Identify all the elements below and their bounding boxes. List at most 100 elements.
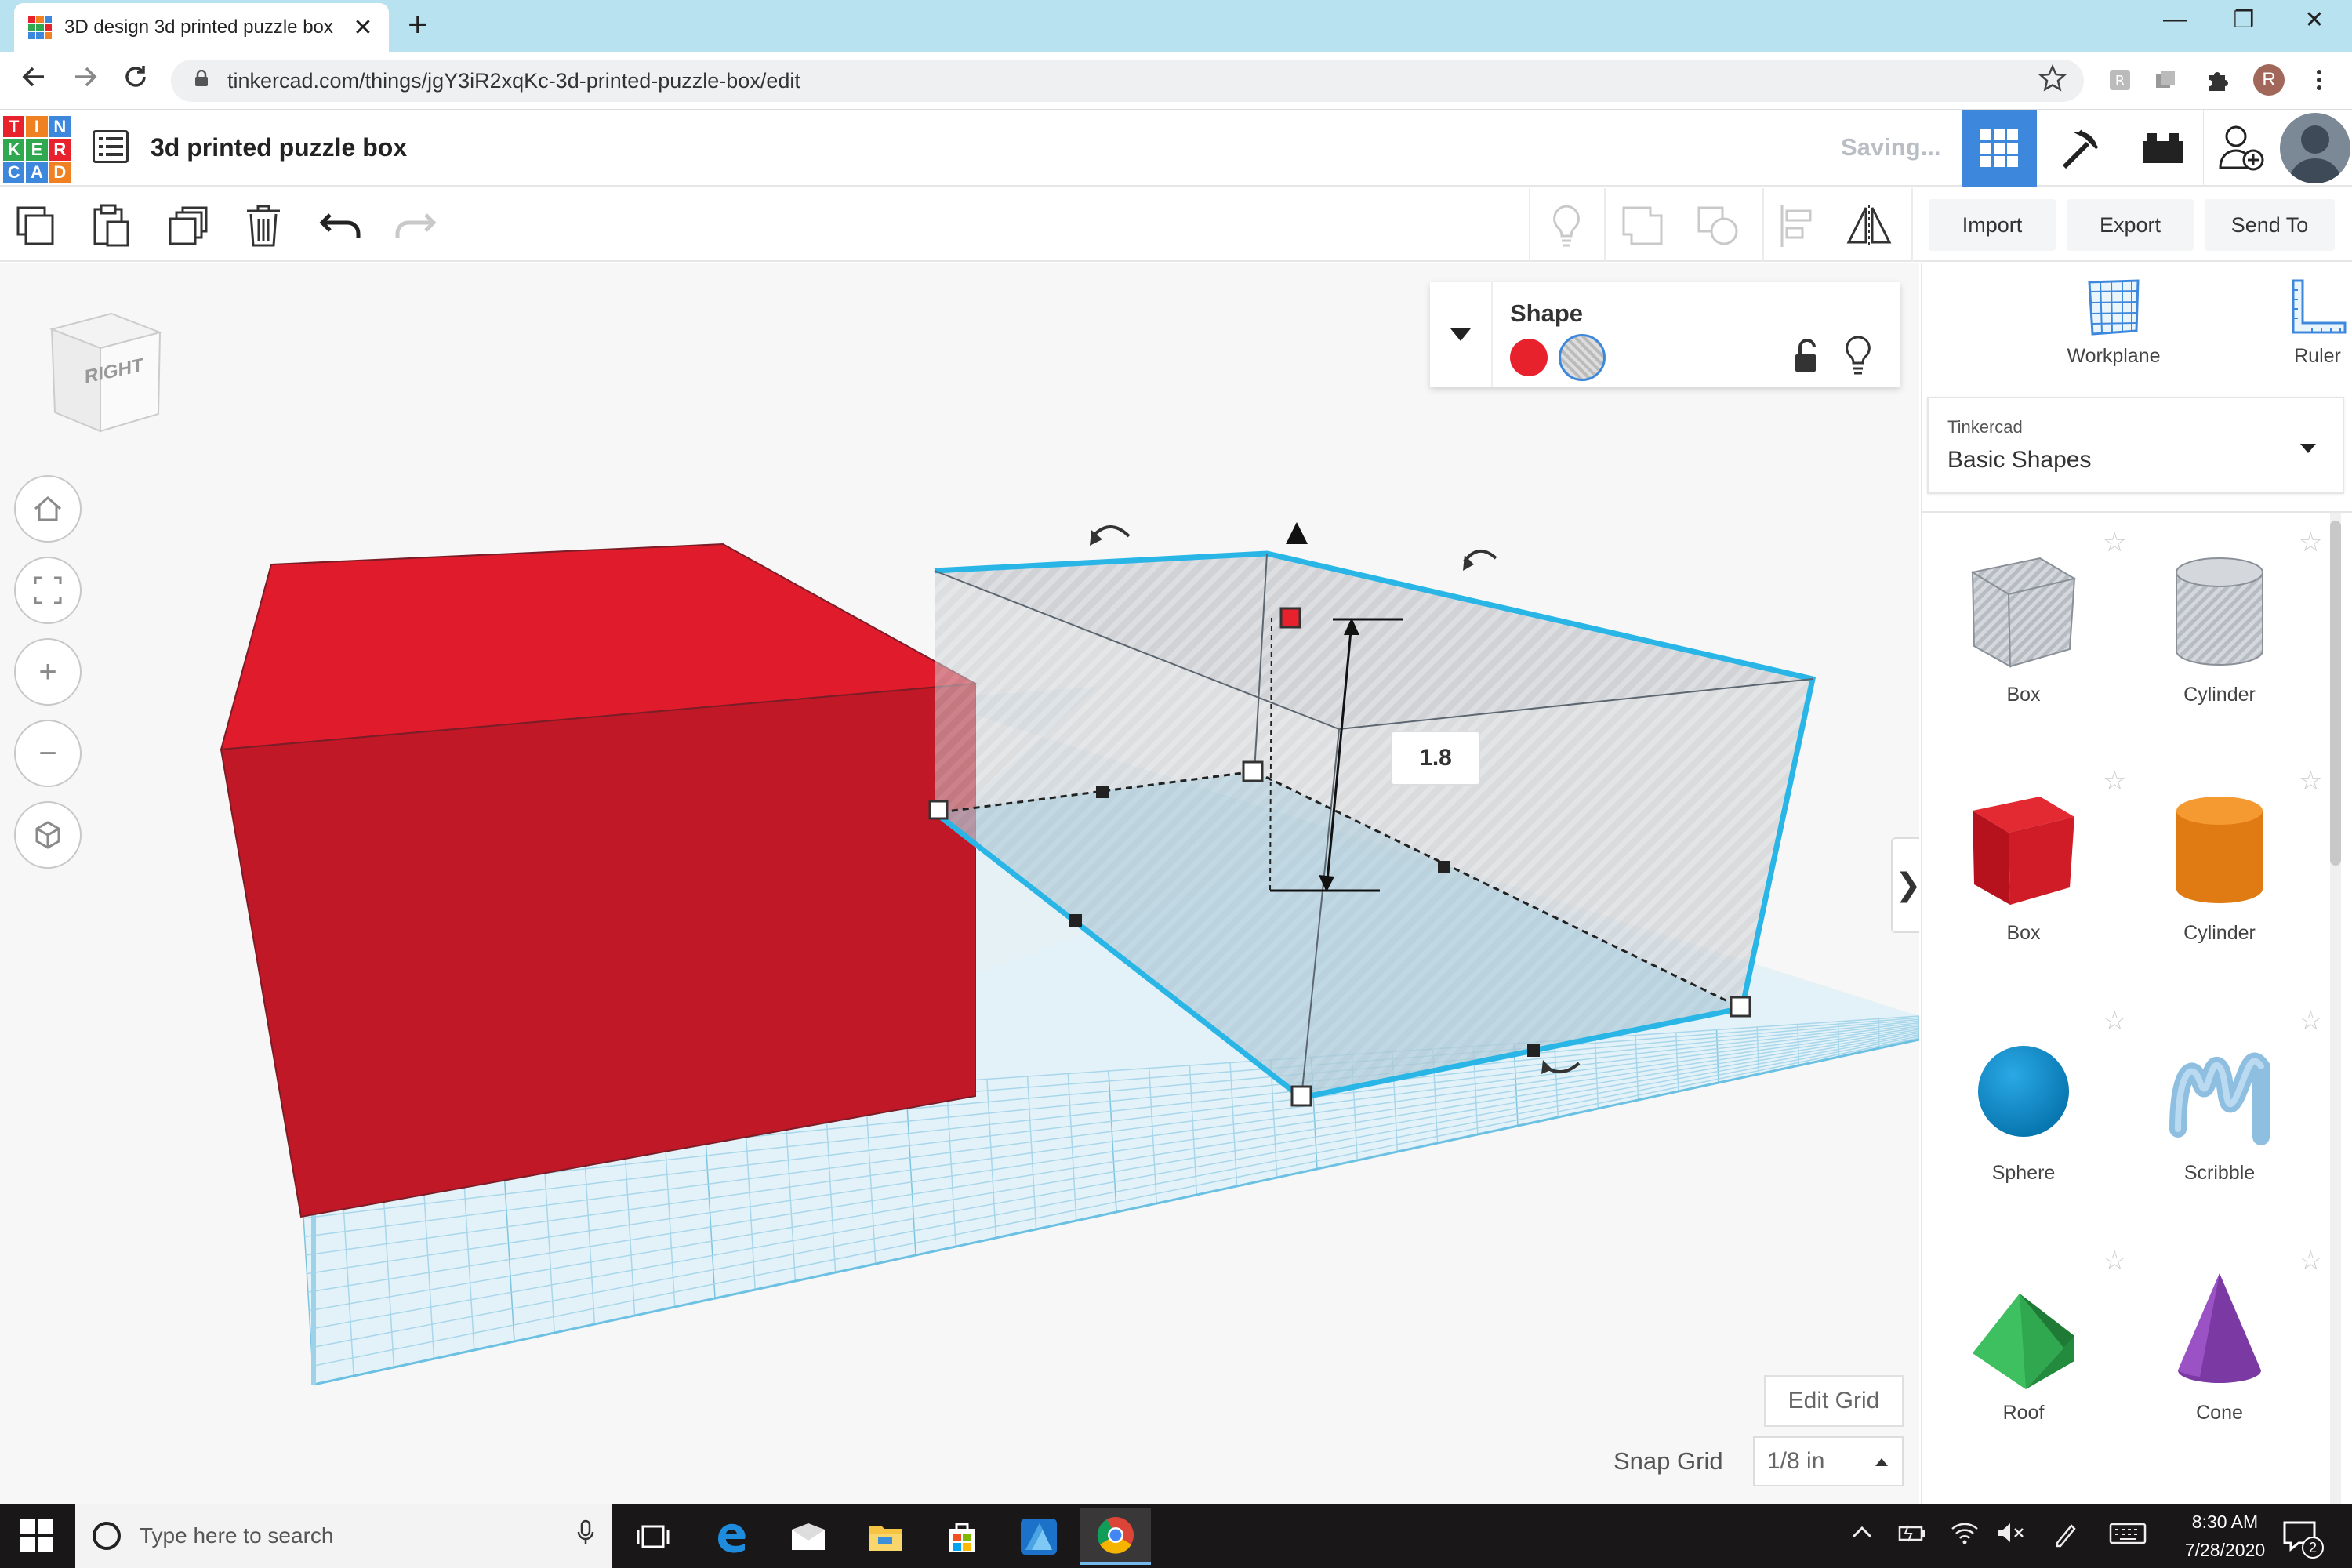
logo-letter: K	[3, 139, 25, 161]
tab-close-icon[interactable]: ✕	[351, 14, 375, 42]
task-view-icon[interactable]	[618, 1508, 688, 1565]
zoom-in-button[interactable]: +	[14, 638, 82, 706]
perspective-icon	[35, 821, 60, 849]
favorite-star-icon[interactable]: ☆	[2299, 1245, 2322, 1276]
favorite-star-icon[interactable]: ☆	[2299, 527, 2322, 558]
codeblocks-button[interactable]	[2042, 110, 2117, 187]
forward-arrow-icon[interactable]	[66, 61, 105, 100]
wifi-icon[interactable]	[1951, 1521, 1979, 1551]
favorite-star-icon[interactable]: ☆	[2299, 765, 2322, 797]
mail-icon[interactable]	[773, 1508, 844, 1565]
paste-icon[interactable]	[88, 202, 135, 249]
extension-icon[interactable]: R	[2106, 67, 2134, 96]
scrollbar-thumb[interactable]	[2330, 521, 2341, 866]
3d-workspace[interactable]: RIGHT + − Shape 1.8 ❯ Edit Grid Snap Gri…	[0, 263, 1919, 1504]
taskbar-clock-date[interactable]: 7/28/2020	[2156, 1540, 2294, 1561]
affinity-icon[interactable]	[1004, 1508, 1074, 1565]
snap-grid-select[interactable]: 1/8 in	[1753, 1436, 1904, 1486]
align-icon[interactable]	[1773, 202, 1820, 249]
send-to-button[interactable]: Send To	[2205, 199, 2335, 251]
edit-grid-button[interactable]: Edit Grid	[1764, 1375, 1904, 1427]
mirror-icon[interactable]	[1846, 202, 1893, 249]
show-hidden-icons-icon[interactable]	[1850, 1521, 1874, 1551]
tinkercad-logo[interactable]: T I N K E R C A D	[3, 116, 71, 183]
file-explorer-icon[interactable]	[850, 1508, 920, 1565]
bricks-button[interactable]	[2125, 110, 2200, 187]
window-restore-button[interactable]: ❐	[2220, 6, 2267, 34]
workplane-tool[interactable]: Workplane	[2035, 279, 2192, 381]
chevron-down-icon	[1450, 328, 1471, 341]
puzzle-extension-icon[interactable]	[2203, 67, 2231, 96]
bookmark-star-icon[interactable]	[2038, 64, 2067, 100]
browser-tab[interactable]: 3D design 3d printed puzzle box ✕	[14, 3, 389, 52]
shape-tile-roof[interactable]: Roof	[1926, 1236, 2122, 1471]
taskbar-clock-time[interactable]: 8:30 AM	[2156, 1512, 2294, 1533]
solid-color-swatch[interactable]	[1510, 339, 1548, 376]
home-view-button[interactable]	[14, 475, 82, 543]
shape-tile-cylinder[interactable]: Cylinder	[2122, 756, 2318, 991]
perspective-button[interactable]	[14, 801, 82, 869]
hole-swatch[interactable]	[1559, 334, 1606, 381]
shape-tile-cylinder-hole[interactable]: Cylinder	[2122, 517, 2318, 753]
store-icon[interactable]	[927, 1508, 997, 1565]
reload-icon[interactable]	[116, 61, 155, 100]
design-list-icon[interactable]	[93, 130, 129, 163]
pen-icon[interactable]	[2053, 1521, 2079, 1554]
redo-icon[interactable]	[392, 202, 439, 249]
dimension-value-field[interactable]: 1.8	[1391, 731, 1480, 786]
fit-view-button[interactable]	[14, 557, 82, 624]
undo-icon[interactable]	[317, 202, 364, 249]
logo-letter: E	[26, 139, 48, 161]
back-arrow-icon[interactable]	[14, 61, 53, 100]
url-bar[interactable]: tinkercad.com/things/jgY3iR2xqKc-3d-prin…	[171, 60, 2084, 102]
shape-panel-collapse-button[interactable]	[1430, 282, 1493, 387]
shape-inspector: Shape	[1430, 282, 1900, 387]
profile-avatar[interactable]: R	[2253, 64, 2285, 96]
microphone-icon[interactable]	[577, 1519, 594, 1552]
keyboard-icon[interactable]	[2109, 1521, 2147, 1551]
user-avatar[interactable]	[2280, 113, 2350, 183]
shapes-scrollbar[interactable]	[2330, 513, 2341, 1504]
shape-label: Scribble	[2183, 1162, 2256, 1184]
lightbulb-icon[interactable]	[1842, 334, 1874, 376]
more-vertical-icon[interactable]	[2305, 67, 2333, 96]
shape-tile-box-hole[interactable]: Box	[1926, 517, 2122, 753]
import-button[interactable]: Import	[1929, 199, 2056, 251]
collapse-panel-button[interactable]: ❯	[1891, 837, 1919, 933]
delete-icon[interactable]	[240, 202, 287, 249]
battery-icon[interactable]	[1897, 1521, 1927, 1551]
chrome-icon[interactable]	[1080, 1508, 1151, 1565]
group-icon[interactable]	[1620, 202, 1667, 249]
lightbulb-icon[interactable]	[1543, 202, 1590, 249]
lock-icon	[194, 69, 209, 92]
shape-tile-scribble[interactable]: Scribble	[2122, 996, 2318, 1231]
extension-icon[interactable]	[2151, 67, 2180, 96]
volume-muted-icon[interactable]	[1996, 1521, 2024, 1551]
shape-tile-cone[interactable]: Cone	[2122, 1236, 2318, 1471]
unlock-icon[interactable]	[1791, 337, 1822, 376]
zoom-out-button[interactable]: −	[14, 720, 82, 787]
shape-tile-sphere[interactable]: Sphere	[1926, 996, 2122, 1231]
logo-letter: R	[49, 139, 71, 161]
3d-scene[interactable]	[0, 263, 1919, 1504]
duplicate-icon[interactable]	[165, 202, 212, 249]
3d-design-view-button[interactable]	[1962, 110, 2037, 187]
copy-icon[interactable]	[13, 202, 60, 249]
edge-icon[interactable]	[696, 1508, 767, 1565]
window-close-button[interactable]: ✕	[2291, 6, 2338, 34]
shape-category-select[interactable]: Tinkercad Basic Shapes	[1927, 397, 2344, 494]
taskbar-search-box[interactable]: Type here to search	[75, 1504, 612, 1568]
design-title[interactable]: 3d printed puzzle box	[151, 133, 407, 162]
red-box-shape[interactable]	[220, 543, 978, 1218]
windows-start-icon[interactable]	[20, 1519, 53, 1552]
ungroup-icon[interactable]	[1695, 202, 1742, 249]
invite-user-button[interactable]	[2203, 110, 2278, 187]
view-cube[interactable]: RIGHT	[45, 309, 163, 434]
window-minimize-button[interactable]: —	[2151, 6, 2198, 33]
shape-tile-box[interactable]: Box	[1926, 756, 2122, 991]
browser-address-bar: tinkercad.com/things/jgY3iR2xqKc-3d-prin…	[0, 52, 2352, 110]
export-button[interactable]: Export	[2067, 199, 2194, 251]
ruler-tool[interactable]: Ruler	[2239, 279, 2352, 381]
favorite-star-icon[interactable]: ☆	[2299, 1005, 2322, 1036]
new-tab-button[interactable]: +	[408, 8, 428, 42]
